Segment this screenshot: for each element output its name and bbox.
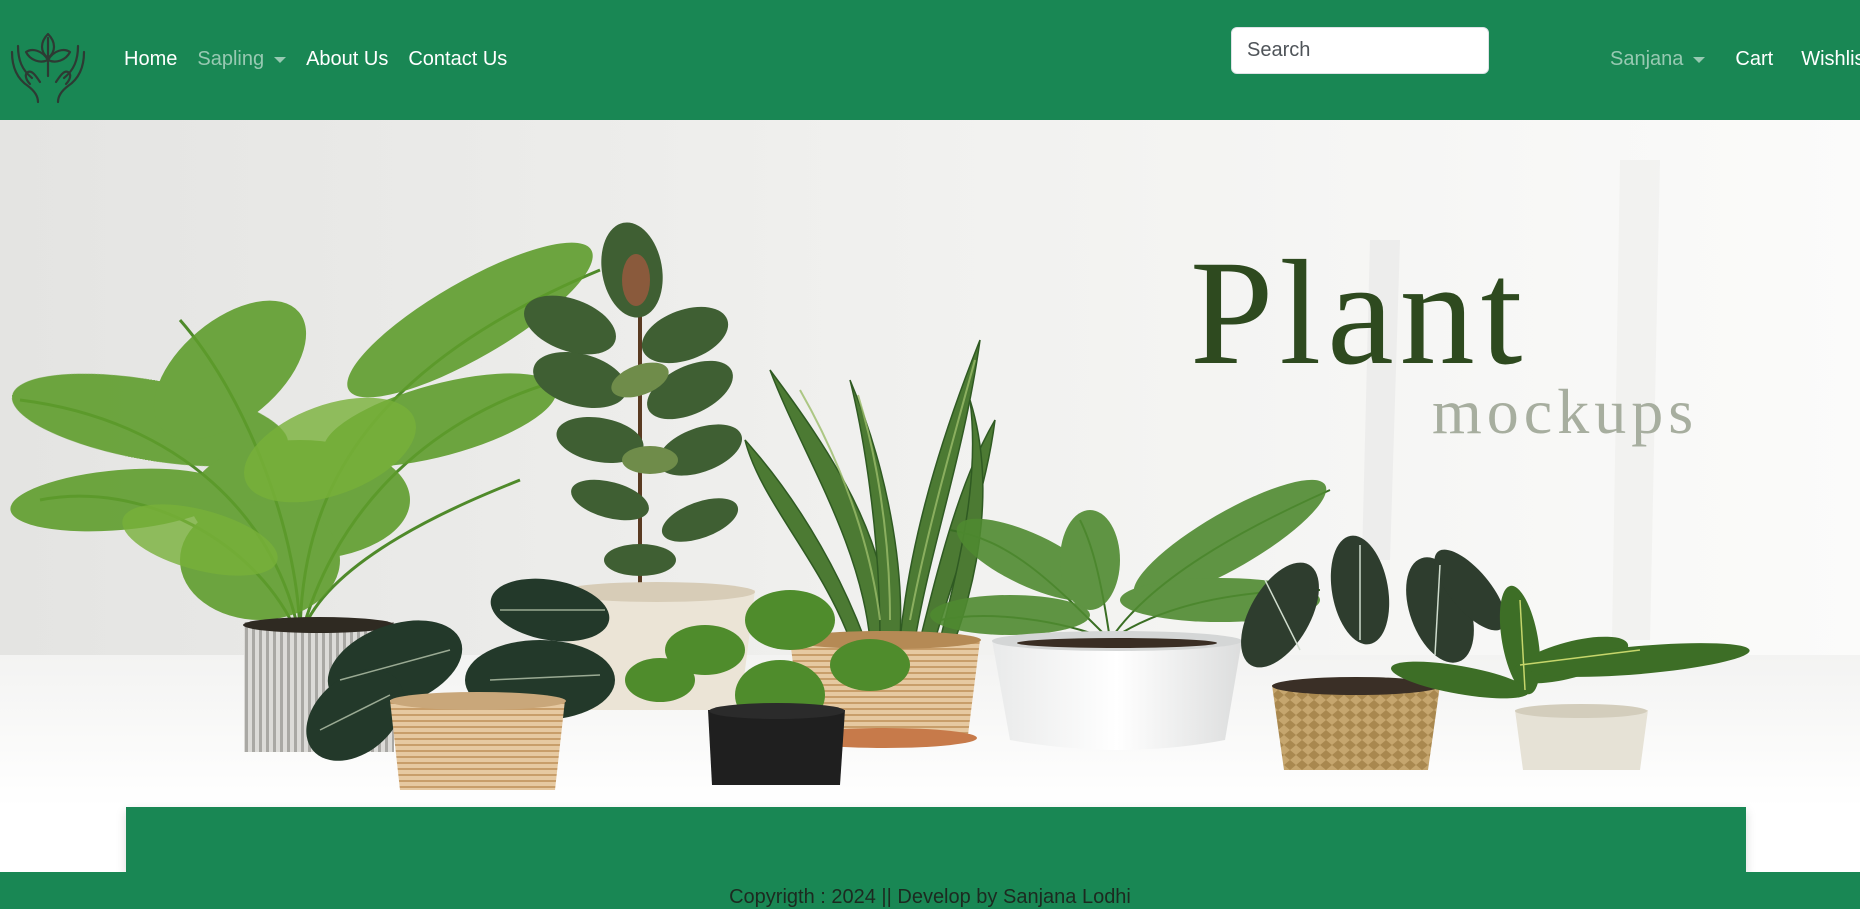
user-dropdown[interactable]: Sanjana [1600,48,1706,71]
hero-title: Plant [1190,230,1529,396]
copyright-text: Copyrigth : 2024 || Develop by Sanjana L… [729,886,1131,908]
navbar: Home Sapling About Us Contact Us Sanjana… [0,0,1860,120]
user-name-label: Sanjana [1610,48,1684,70]
search-input[interactable] [1231,27,1489,74]
footer-band [126,807,1746,873]
wishlist-link[interactable]: Wishlist [1791,48,1860,71]
hero-plants-image [0,120,1860,807]
nav-sapling-label: Sapling [197,48,265,70]
nav-sapling-dropdown[interactable]: Sapling [187,48,296,71]
nav-contact-link[interactable]: Contact Us [398,48,517,71]
hero-banner: Plant mockups [0,120,1860,807]
cart-link[interactable]: Cart [1725,48,1773,71]
nav-about-link[interactable]: About Us [296,48,398,71]
nav-home-link[interactable]: Home [114,48,187,71]
main-nav: Home Sapling About Us Contact Us [114,48,517,71]
dropdown-caret-icon [274,56,287,63]
user-nav: Sanjana Cart Wishlist [1600,48,1860,71]
dropdown-caret-icon [1693,56,1706,63]
plant-hands-logo-icon[interactable] [6,26,90,106]
hero-subtitle: mockups [1432,376,1699,447]
